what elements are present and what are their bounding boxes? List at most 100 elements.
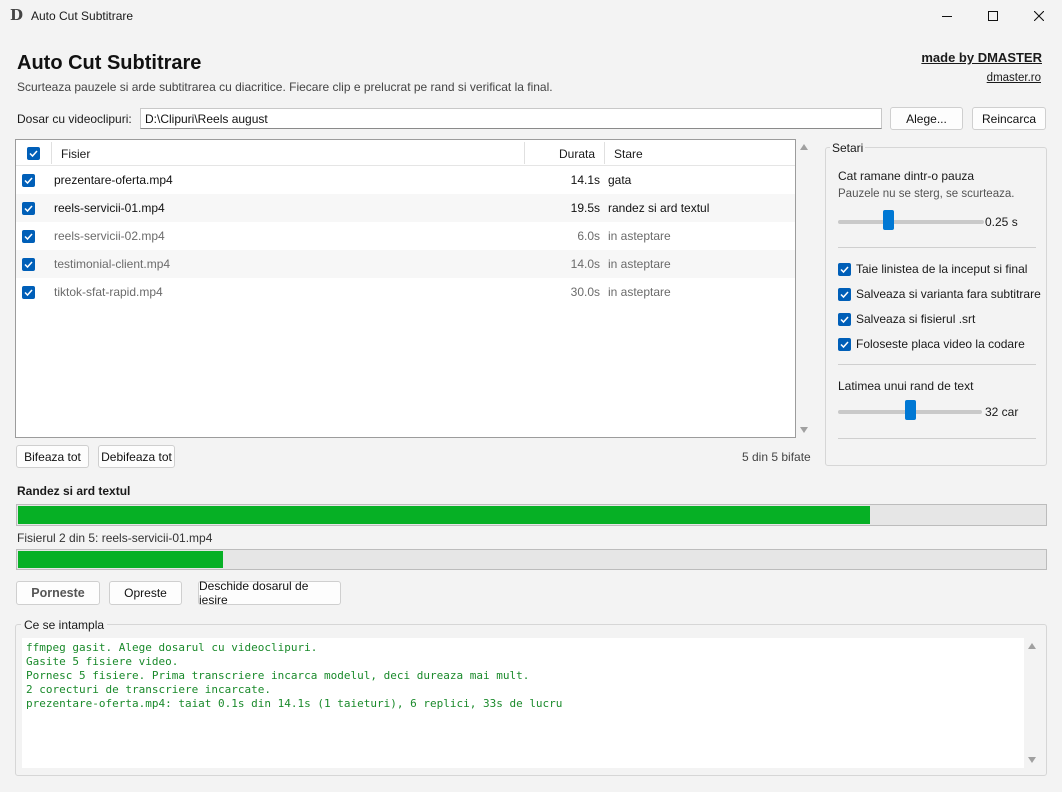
checkmark-icon xyxy=(24,289,33,297)
option-label-use-gpu[interactable]: Foloseste placa video la codare xyxy=(856,337,1025,351)
scroll-up-arrow-icon[interactable] xyxy=(1028,643,1036,649)
checkmark-icon xyxy=(29,150,38,158)
app-logo-icon: D xyxy=(10,6,24,24)
file-row[interactable]: reels-servicii-01.mp4 19.5s randez si ard … xyxy=(16,194,795,222)
page-subtitle: Scurteaza pauzele si arde subtitrarea cu… xyxy=(17,80,553,94)
line-width-value: 32 car xyxy=(985,405,1019,419)
file-status: in asteptare xyxy=(608,285,671,299)
close-window-button[interactable] xyxy=(1016,0,1062,32)
option-checkbox-save-no-subs[interactable] xyxy=(838,288,851,301)
checkmark-icon xyxy=(24,177,33,185)
option-label-trim-silence[interactable]: Taie linistea de la inceput si final xyxy=(856,262,1027,276)
file-name: tiktok-sfat-rapid.mp4 xyxy=(54,285,163,299)
option-label-save-no-subs[interactable]: Salveaza si varianta fara subtitrare xyxy=(856,287,1041,301)
column-header-file[interactable]: Fisier xyxy=(61,147,90,161)
file-progress-fill xyxy=(18,551,224,568)
minimize-icon xyxy=(942,16,952,17)
file-duration: 6.0s xyxy=(577,229,600,243)
file-row-checkbox[interactable] xyxy=(22,174,35,187)
option-label-save-srt[interactable]: Salveaza si fisierul .srt xyxy=(856,312,975,326)
progress-label: Randez si ard textul xyxy=(17,484,131,498)
minimize-button[interactable] xyxy=(924,0,970,32)
file-row[interactable]: reels-servicii-02.mp4 6.0s in asteptare xyxy=(16,222,795,250)
settings-divider xyxy=(838,438,1036,439)
file-row[interactable]: tiktok-sfat-rapid.mp4 30.0s in asteptare xyxy=(16,278,795,306)
checkmark-icon xyxy=(840,341,849,349)
option-checkbox-save-srt[interactable] xyxy=(838,313,851,326)
pause-slider-thumb[interactable] xyxy=(882,210,894,230)
file-duration: 14.1s xyxy=(570,173,600,187)
file-row-checkbox[interactable] xyxy=(22,230,35,243)
column-header-status[interactable]: Stare xyxy=(614,147,643,161)
column-divider xyxy=(604,142,605,164)
log-output[interactable]: ffmpeg gasit. Alege dosarul cu videoclip… xyxy=(22,638,1024,768)
settings-group: Cat ramane dintr-o pauza Pauzele nu se s… xyxy=(825,147,1047,466)
made-by-link[interactable]: made by DMASTER xyxy=(921,50,1042,65)
overall-progress-fill xyxy=(18,506,871,524)
line-width-label: Latimea unui rand de text xyxy=(838,379,974,393)
file-status: gata xyxy=(608,173,632,187)
log-scrollbar[interactable] xyxy=(1025,638,1039,768)
option-checkbox-trim-silence[interactable] xyxy=(838,263,851,276)
column-divider xyxy=(524,142,525,164)
file-progress-label: Fisierul 2 din 5: reels-servicii-01.mp4 xyxy=(17,531,213,545)
pause-length-hint: Pauzele nu se sterg, se scurteaza. xyxy=(838,188,1015,200)
log-line: prezentare-oferta.mp4: taiat 0.1s din 14… xyxy=(26,697,563,710)
overall-progress-bar xyxy=(16,504,1047,526)
choose-folder-button[interactable]: Alege... xyxy=(890,107,963,130)
scroll-up-arrow-icon[interactable] xyxy=(800,144,808,150)
start-button[interactable]: Porneste xyxy=(16,581,100,605)
file-duration: 19.5s xyxy=(570,201,600,215)
settings-title: Setari xyxy=(830,141,866,155)
column-divider xyxy=(51,142,52,164)
file-name: reels-servicii-02.mp4 xyxy=(54,229,165,243)
checkmark-icon xyxy=(840,291,849,299)
reload-button[interactable]: Reincarca xyxy=(972,107,1046,130)
checked-count: 5 din 5 bifate xyxy=(742,450,811,464)
website-link[interactable]: dmaster.ro xyxy=(987,72,1041,84)
file-row-checkbox[interactable] xyxy=(22,258,35,271)
log-line: Gasite 5 fisiere video. xyxy=(26,655,179,668)
file-row-checkbox[interactable] xyxy=(22,202,35,215)
folder-label: Dosar cu videoclipuri: xyxy=(17,112,132,126)
file-status: in asteptare xyxy=(608,257,671,271)
uncheck-all-button[interactable]: Debifeaza tot xyxy=(98,445,175,468)
file-list-header: Fisier Durata Stare xyxy=(16,140,795,166)
open-output-folder-button[interactable]: Deschide dosarul de iesire xyxy=(198,579,341,607)
title-bar xyxy=(0,0,1062,32)
stop-button[interactable]: Opreste xyxy=(109,581,182,605)
pause-length-label: Cat ramane dintr-o pauza xyxy=(838,169,975,183)
option-checkbox-use-gpu[interactable] xyxy=(838,338,851,351)
check-all-button[interactable]: Bifeaza tot xyxy=(16,445,89,468)
scroll-down-arrow-icon[interactable] xyxy=(1028,757,1036,763)
settings-divider xyxy=(838,247,1036,248)
column-header-duration[interactable]: Durata xyxy=(559,147,595,161)
checkmark-icon xyxy=(24,233,33,241)
file-name: reels-servicii-01.mp4 xyxy=(54,201,165,215)
file-name: testimonial-client.mp4 xyxy=(54,257,171,271)
pause-slider[interactable] xyxy=(838,220,984,224)
scroll-down-arrow-icon[interactable] xyxy=(800,427,808,433)
file-list[interactable]: Fisier Durata Stare prezentare-oferta.mp… xyxy=(15,139,796,438)
file-status: in asteptare xyxy=(608,229,671,243)
file-row[interactable]: prezentare-oferta.mp4 14.1s gata xyxy=(16,166,795,194)
log-line: 2 corecturi de transcriere incarcate. xyxy=(26,683,272,696)
file-progress-bar xyxy=(16,549,1047,570)
maximize-icon xyxy=(988,11,998,21)
page-title: Auto Cut Subtitrare xyxy=(17,52,202,74)
log-line: ffmpeg gasit. Alege dosarul cu videoclip… xyxy=(26,641,318,654)
maximize-button[interactable] xyxy=(970,0,1016,32)
checkmark-icon xyxy=(840,266,849,274)
file-row[interactable]: testimonial-client.mp4 14.0s in asteptare xyxy=(16,250,795,278)
log-line: Pornesc 5 fisiere. Prima transcriere inc… xyxy=(26,669,530,682)
file-duration: 30.0s xyxy=(570,285,600,299)
file-list-scrollbar[interactable] xyxy=(797,139,811,438)
folder-path-input[interactable] xyxy=(140,108,882,129)
file-duration: 14.0s xyxy=(570,257,600,271)
log-title: Ce se intampla xyxy=(21,618,108,632)
line-width-slider-thumb[interactable] xyxy=(905,400,916,420)
select-all-checkbox[interactable] xyxy=(27,147,40,160)
file-name: prezentare-oferta.mp4 xyxy=(54,173,173,187)
settings-divider xyxy=(838,364,1036,365)
file-row-checkbox[interactable] xyxy=(22,286,35,299)
